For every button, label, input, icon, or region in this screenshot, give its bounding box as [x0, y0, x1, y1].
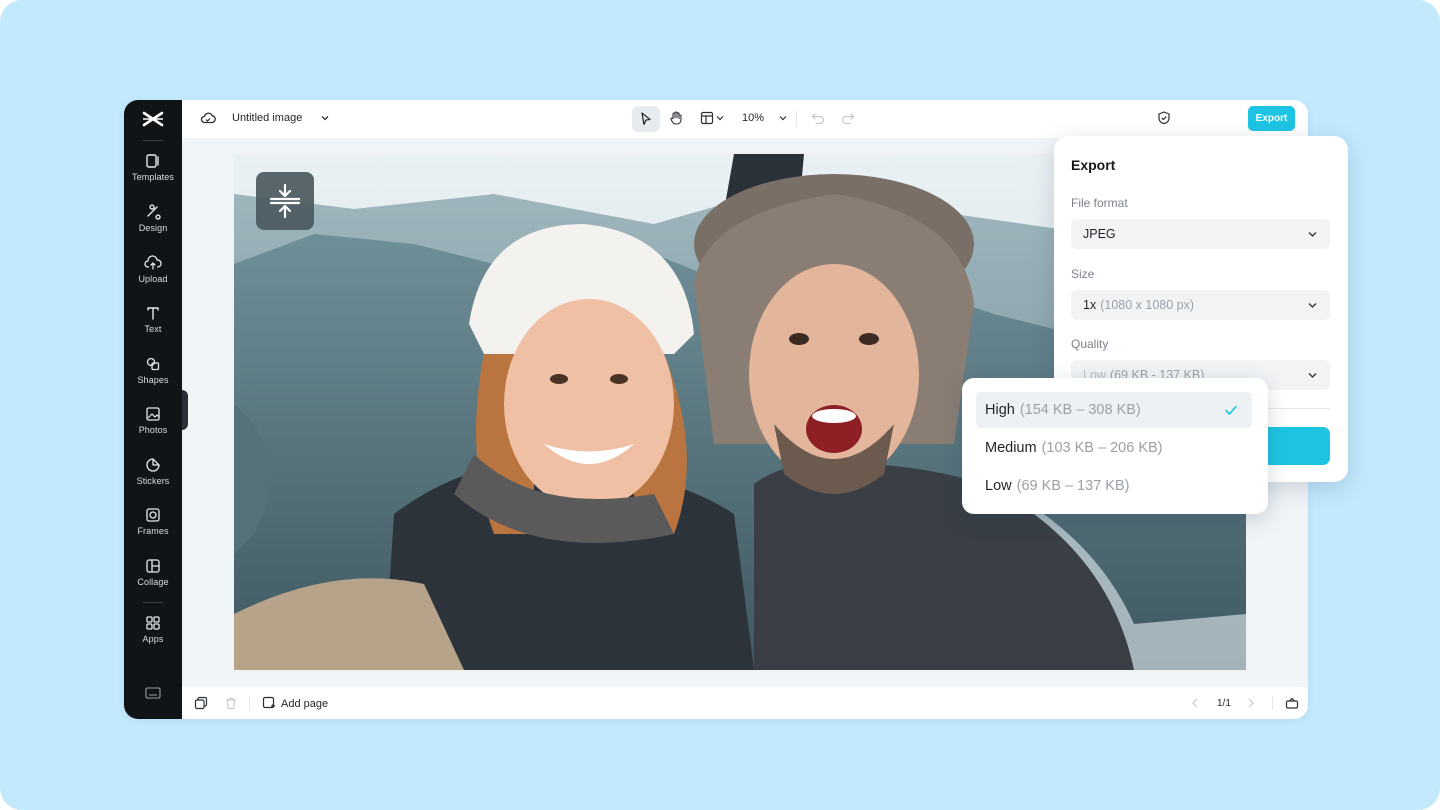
left-sidebar: Templates Design Upload Text Shapes Phot…	[124, 100, 182, 719]
sidebar-item-text[interactable]: Text	[124, 304, 182, 344]
file-format-label: File format	[1071, 196, 1128, 210]
text-icon	[147, 307, 159, 320]
keyboard-icon[interactable]	[145, 687, 161, 699]
frames-icon	[146, 508, 160, 522]
redo-icon[interactable]	[840, 110, 856, 126]
shield-icon[interactable]	[1156, 110, 1172, 126]
expand-panel-icon[interactable]	[1285, 696, 1299, 710]
toolbar-divider	[796, 111, 797, 127]
add-page-button[interactable]: Add page	[281, 698, 328, 710]
sidebar-item-label: Collage	[137, 577, 169, 587]
collage-icon	[146, 559, 160, 573]
sidebar-item-design[interactable]: Design	[124, 203, 182, 243]
duplicate-page-icon[interactable]	[194, 696, 208, 710]
page-indicator: 1/1	[1217, 698, 1231, 709]
sidebar-item-frames[interactable]: Frames	[124, 506, 182, 546]
sidebar-item-label: Apps	[142, 634, 164, 644]
layout-icon[interactable]	[699, 110, 715, 126]
templates-icon	[146, 154, 159, 168]
sidebar-divider	[143, 602, 163, 603]
sidebar-item-stickers[interactable]: Stickers	[124, 456, 182, 496]
size-label: Size	[1071, 267, 1095, 281]
hand-icon[interactable]	[668, 110, 684, 126]
quality-dropdown: High (154 KB – 308 KB) Medium (103 KB – …	[962, 378, 1268, 514]
quality-option-high[interactable]: High (154 KB – 308 KB)	[976, 392, 1252, 428]
sidebar-item-label: Design	[138, 223, 168, 233]
chevron-down-icon	[1308, 303, 1317, 308]
photos-icon	[146, 407, 160, 421]
quality-option-range: (103 KB – 206 KB)	[1041, 440, 1163, 456]
compress-icon	[269, 183, 301, 219]
stickers-icon	[146, 458, 160, 472]
trash-icon[interactable]	[224, 696, 238, 710]
capcut-logo-icon	[142, 111, 164, 127]
document-title[interactable]: Untitled image	[232, 112, 302, 124]
top-toolbar: Untitled image 10% Export	[182, 100, 1308, 138]
quality-option-range: (154 KB – 308 KB)	[1019, 402, 1141, 418]
undo-icon[interactable]	[810, 110, 826, 126]
sidebar-item-label: Shapes	[137, 375, 169, 385]
quality-option-label: Low	[985, 478, 1012, 494]
sidebar-item-photos[interactable]: Photos	[124, 405, 182, 445]
sidebar-item-label: Frames	[137, 526, 169, 536]
sidebar-item-label: Stickers	[136, 476, 170, 486]
size-value: 1x	[1083, 298, 1097, 312]
bottom-divider	[1272, 696, 1273, 710]
file-format-select[interactable]: JPEG	[1071, 219, 1330, 249]
size-detail: (1080 x 1080 px)	[1100, 298, 1195, 312]
sidebar-item-label: Photos	[138, 425, 168, 435]
next-page-icon[interactable]	[1244, 696, 1258, 710]
chevron-down-icon	[1308, 373, 1317, 378]
file-format-value: JPEG	[1083, 227, 1116, 241]
layout-chevron-icon[interactable]	[715, 110, 725, 126]
cursor-icon	[641, 112, 651, 126]
sidebar-item-templates[interactable]: Templates	[124, 152, 182, 192]
sidebar-item-label: Upload	[138, 274, 168, 284]
sidebar-item-upload[interactable]: Upload	[124, 254, 182, 294]
quality-option-low[interactable]: Low (69 KB – 137 KB)	[976, 468, 1252, 504]
previous-page-icon[interactable]	[1188, 696, 1202, 710]
chevron-down-icon	[1308, 232, 1317, 237]
sidebar-item-apps[interactable]: Apps	[124, 614, 182, 654]
export-panel-title: Export	[1071, 157, 1116, 173]
quality-option-label: Medium	[985, 440, 1037, 456]
bottom-divider	[249, 696, 250, 710]
sidebar-item-label: Templates	[132, 172, 174, 182]
zoom-chevron-icon[interactable]	[778, 110, 788, 126]
size-select[interactable]: 1x (1080 x 1080 px)	[1071, 290, 1330, 320]
sidebar-collapse-handle[interactable]	[182, 390, 188, 430]
checkmark-icon	[1225, 405, 1237, 415]
cloud-icon[interactable]	[200, 110, 216, 126]
shapes-icon	[146, 357, 160, 371]
sidebar-divider	[143, 140, 163, 141]
quality-label: Quality	[1071, 337, 1109, 351]
zoom-level[interactable]: 10%	[742, 112, 764, 124]
sidebar-item-shapes[interactable]: Shapes	[124, 355, 182, 395]
bottom-toolbar: Add page 1/1	[182, 687, 1308, 719]
upload-icon	[144, 255, 162, 270]
design-icon	[147, 204, 161, 220]
sidebar-item-label: Text	[144, 324, 162, 334]
apps-icon	[146, 616, 160, 630]
quality-option-label: High	[985, 402, 1015, 418]
quality-option-medium[interactable]: Medium (103 KB – 206 KB)	[976, 430, 1252, 466]
select-tool-button[interactable]	[632, 106, 660, 132]
sidebar-item-collage[interactable]: Collage	[124, 557, 182, 597]
quality-option-range: (69 KB – 137 KB)	[1016, 478, 1130, 494]
compress-button[interactable]	[256, 172, 314, 230]
chevron-down-icon[interactable]	[320, 113, 330, 123]
export-button[interactable]: Export	[1248, 106, 1295, 131]
add-page-icon[interactable]	[262, 696, 276, 710]
